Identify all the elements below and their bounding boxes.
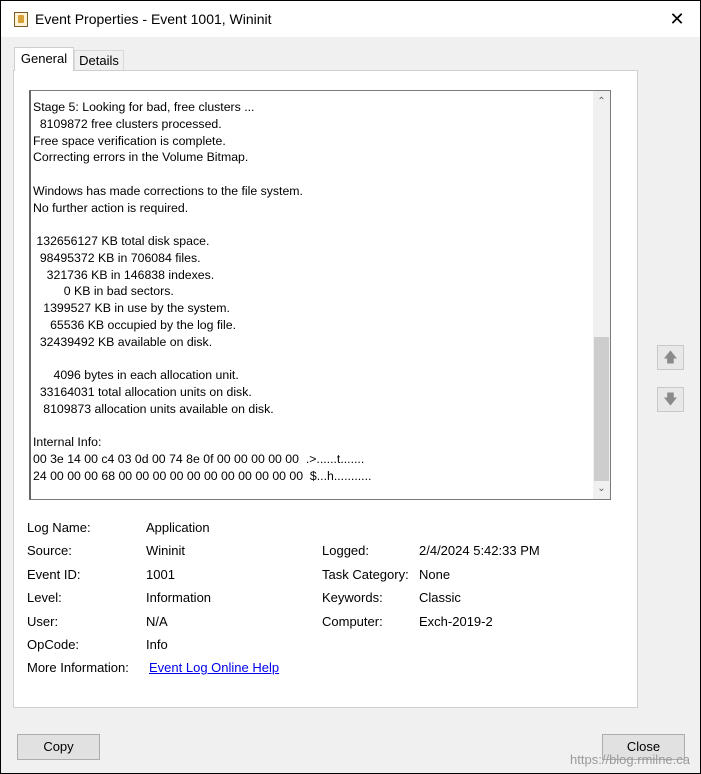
computer-value: Exch-2019-2: [419, 614, 493, 629]
logged-value: 2/4/2024 5:42:33 PM: [419, 543, 540, 558]
scroll-up-icon[interactable]: ⌃: [593, 93, 610, 110]
source-value: Wininit: [146, 543, 186, 558]
title-bar[interactable]: Event Properties - Event 1001, Wininit ✕: [1, 1, 700, 37]
event-log-online-help-link[interactable]: Event Log Online Help: [149, 660, 279, 675]
task-category-label: Task Category:: [322, 567, 409, 582]
tab-details[interactable]: Details: [74, 50, 124, 71]
window-title: Event Properties - Event 1001, Wininit: [35, 11, 272, 27]
opcode-value: Info: [146, 637, 168, 652]
keywords-value: Classic: [419, 590, 461, 605]
event-properties-window: Event Properties - Event 1001, Wininit ✕…: [0, 0, 701, 774]
copy-button[interactable]: Copy: [17, 734, 100, 760]
user-value: N/A: [146, 614, 168, 629]
event-description-textbox[interactable]: Stage 5: Looking for bad, free clusters …: [29, 90, 611, 500]
log-name-label: Log Name:: [27, 520, 91, 535]
tab-general[interactable]: General: [14, 47, 74, 71]
previous-event-button[interactable]: 🡅: [657, 345, 684, 370]
scrollbar-thumb[interactable]: [594, 337, 609, 481]
level-value: Information: [146, 590, 212, 605]
level-label: Level:: [27, 590, 62, 605]
close-icon[interactable]: ✕: [664, 6, 690, 32]
watermark: https://blog.rmilne.ca: [570, 752, 690, 767]
event-id-label: Event ID:: [27, 567, 81, 582]
task-category-value: None: [419, 567, 451, 582]
user-label: User:: [27, 614, 59, 629]
event-description-text: Stage 5: Looking for bad, free clusters …: [33, 100, 372, 483]
computer-label: Computer:: [322, 614, 383, 629]
more-information-label: More Information:: [27, 660, 129, 675]
arrow-down-icon: 🡇: [663, 391, 678, 407]
keywords-label: Keywords:: [322, 590, 383, 605]
next-event-button[interactable]: 🡇: [657, 387, 684, 412]
event-id-value: 1001: [146, 567, 175, 582]
source-label: Source:: [27, 543, 72, 558]
event-viewer-icon: [14, 12, 28, 27]
arrow-up-icon: 🡅: [663, 349, 678, 365]
log-name-value: Application: [146, 520, 210, 535]
opcode-label: OpCode:: [27, 637, 80, 652]
scroll-down-icon[interactable]: ⌄: [593, 480, 610, 497]
logged-label: Logged:: [322, 543, 369, 558]
description-scrollbar[interactable]: ⌃ ⌄: [593, 91, 610, 499]
